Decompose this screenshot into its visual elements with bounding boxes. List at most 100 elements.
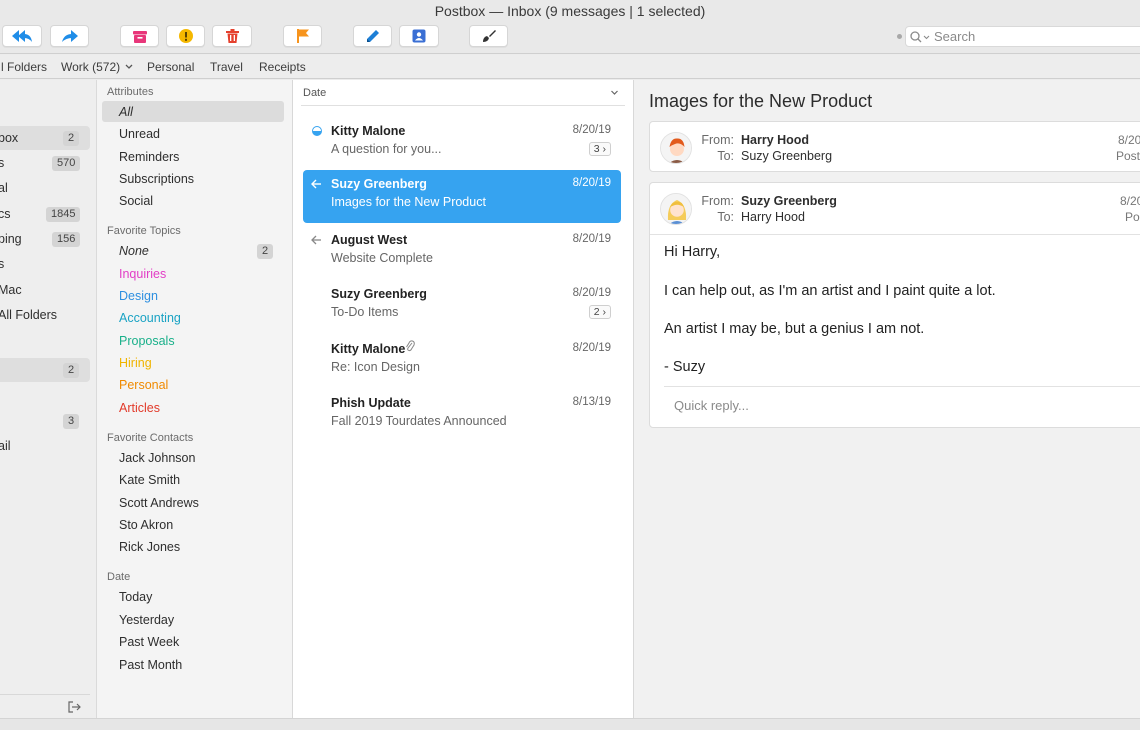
delete-button[interactable] xyxy=(212,25,252,47)
date-filter-item[interactable]: Past Week xyxy=(119,635,179,649)
to-label: To: xyxy=(717,210,734,224)
avatar xyxy=(660,132,692,164)
attribute-subscriptions[interactable]: Subscriptions xyxy=(119,172,194,186)
date-filter-item[interactable]: Today xyxy=(119,590,152,604)
folder-item[interactable]: al xyxy=(0,176,90,200)
thread-count-badge[interactable]: 3 › xyxy=(588,142,611,156)
pencil-icon xyxy=(366,30,379,42)
count-badge: 2 xyxy=(257,244,274,259)
sort-header[interactable]: Date xyxy=(301,80,625,106)
tab-work-label: Work (572) xyxy=(61,60,121,74)
folder-item-all-folders[interactable]: All Folders xyxy=(0,303,90,327)
folder-item[interactable]: Mac xyxy=(0,278,90,302)
junk-button[interactable] xyxy=(166,25,205,47)
to-name[interactable]: Suzy Greenberg xyxy=(741,149,832,163)
message-subject: Images for the New Product xyxy=(331,195,486,209)
message-row[interactable]: August West Website Complete 8/20/19 xyxy=(303,226,621,279)
sign-out-icon[interactable] xyxy=(68,701,81,713)
to-name[interactable]: Harry Hood xyxy=(741,210,805,224)
folder-pane-footer xyxy=(0,694,90,718)
message-row[interactable]: Kitty Malone A question for you... 8/20/… xyxy=(303,117,621,170)
folder-item[interactable]: ping 156 xyxy=(0,227,90,251)
body-paragraph: I can help out, as I'm an artist and I p… xyxy=(664,283,996,299)
topic-inquiries[interactable]: Inquiries xyxy=(119,267,166,281)
flag-button[interactable] xyxy=(283,25,322,47)
folder-pane: box 2 s 570 al cs 1845 ping 156 s Mac Al… xyxy=(0,80,97,718)
trash-icon xyxy=(225,29,239,43)
from-name[interactable]: Suzy Greenberg xyxy=(741,194,837,208)
forward-button[interactable] xyxy=(50,25,89,47)
topic-design[interactable]: Design xyxy=(119,289,158,303)
message-subject: A question for you... xyxy=(331,142,442,156)
folder-item[interactable]: 2 xyxy=(0,358,90,382)
contact-item[interactable]: Sto Akron xyxy=(119,518,173,532)
message-row[interactable]: Kitty Malone Re: Icon Design 8/20/19 xyxy=(303,335,621,388)
from-label: From: xyxy=(701,133,734,147)
tab-travel[interactable]: Travel xyxy=(210,60,243,74)
tab-work[interactable]: Work (572) xyxy=(61,60,134,74)
paperclip-icon xyxy=(406,340,415,352)
attribute-reminders[interactable]: Reminders xyxy=(119,150,179,164)
compose-button[interactable] xyxy=(353,25,392,47)
address-book-button[interactable] xyxy=(399,25,439,47)
message-sender: Phish Update xyxy=(331,396,411,410)
message-row[interactable]: Phish Update Fall 2019 Tourdates Announc… xyxy=(303,389,621,442)
body-greeting: Hi Harry, xyxy=(664,244,721,260)
search-icon xyxy=(910,30,930,42)
message-subject: Re: Icon Design xyxy=(331,360,420,374)
contact-item[interactable]: Jack Johnson xyxy=(119,451,195,465)
topics-pane: Attributes All Unread Reminders Subscrip… xyxy=(97,80,293,718)
topic-proposals[interactable]: Proposals xyxy=(119,334,175,348)
date-filter-item[interactable]: Yesterday xyxy=(119,613,174,627)
message-sender: Suzy Greenberg xyxy=(331,177,427,191)
collapsed-message-header[interactable]: From: Harry Hood To: Suzy Greenberg 8/20… xyxy=(649,121,1140,172)
topic-articles[interactable]: Articles xyxy=(119,401,160,415)
avatar-blonde-icon xyxy=(661,194,691,224)
brush-icon xyxy=(482,30,496,42)
thread-count-badge[interactable]: 2 › xyxy=(588,305,611,319)
folder-item[interactable]: 3 xyxy=(0,409,90,433)
body-signature: - Suzy xyxy=(664,359,706,375)
contact-item[interactable]: Kate Smith xyxy=(119,473,180,487)
from-label: From: xyxy=(701,194,734,208)
message-row-selected[interactable]: Suzy Greenberg Images for the New Produc… xyxy=(303,170,621,223)
tab-all-folders[interactable]: l Folders xyxy=(1,60,47,74)
attribute-social[interactable]: Social xyxy=(119,194,153,208)
avatar-redhead-icon xyxy=(661,133,691,163)
message-sender: Kitty Malone xyxy=(331,124,406,138)
topic-hiring[interactable]: Hiring xyxy=(119,356,152,370)
date-heading: Date xyxy=(107,571,131,583)
contact-card-icon xyxy=(412,29,426,43)
tab-receipts[interactable]: Receipts xyxy=(259,60,306,74)
contact-item[interactable]: Rick Jones xyxy=(119,540,180,554)
quick-reply-area[interactable] xyxy=(664,386,1140,426)
folder-item[interactable]: ail xyxy=(0,434,90,458)
date-filter-item[interactable]: Past Month xyxy=(119,658,182,672)
folder-item[interactable]: cs 1845 xyxy=(0,202,90,226)
topic-personal[interactable]: Personal xyxy=(119,378,168,392)
flag-icon xyxy=(296,29,309,43)
quick-reply-input[interactable] xyxy=(674,398,1074,413)
archive-button[interactable] xyxy=(120,25,159,47)
reply-all-button[interactable] xyxy=(2,25,42,47)
folder-item-inbox[interactable]: box 2 xyxy=(0,126,90,150)
bottom-status-bar xyxy=(0,718,1140,730)
tab-bar: l Folders Work (572) Personal Travel Rec… xyxy=(0,55,1140,79)
attribute-unread[interactable]: Unread xyxy=(119,127,160,141)
topic-accounting[interactable]: Accounting xyxy=(119,311,181,325)
contact-item[interactable]: Scott Andrews xyxy=(119,496,199,510)
customize-button[interactable] xyxy=(469,25,508,47)
search-field[interactable] xyxy=(905,26,1140,47)
folder-item[interactable]: s 570 xyxy=(0,151,90,175)
tab-personal[interactable]: Personal xyxy=(147,60,194,74)
body-paragraph: An artist I may be, but a genius I am no… xyxy=(664,321,925,337)
search-input[interactable] xyxy=(934,29,1134,44)
replied-arrow-icon xyxy=(311,235,321,245)
folder-label: All Folders xyxy=(0,308,58,322)
header-extra: Post xyxy=(1116,149,1140,163)
attribute-all[interactable]: All xyxy=(119,105,133,119)
topic-none[interactable]: None xyxy=(119,244,149,258)
from-name[interactable]: Harry Hood xyxy=(741,133,809,147)
folder-item[interactable]: s xyxy=(0,252,90,276)
message-row[interactable]: Suzy Greenberg To-Do Items 8/20/19 2 › xyxy=(303,280,621,333)
